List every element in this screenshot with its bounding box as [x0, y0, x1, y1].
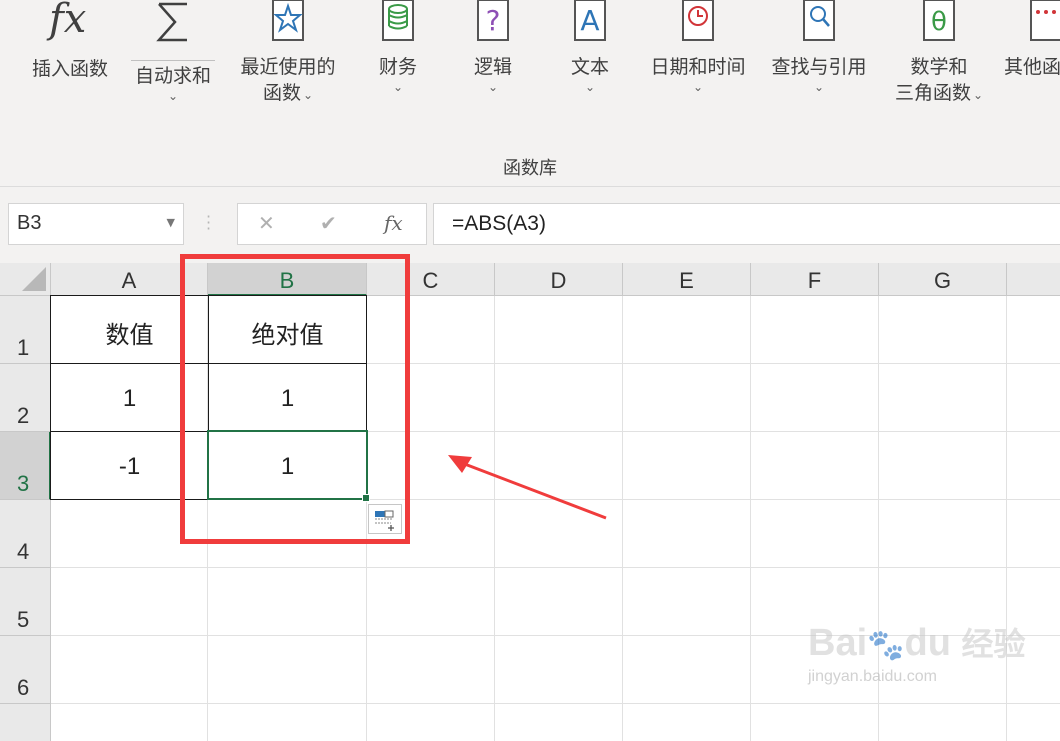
- svg-text:A: A: [580, 4, 599, 37]
- chevron-down-icon: ⌄: [692, 80, 704, 94]
- row-header-6[interactable]: 6: [0, 636, 51, 704]
- cancel-icon[interactable]: ✕: [258, 211, 275, 235]
- question-book-icon: ?: [473, 0, 513, 50]
- paw-icon: 🐾: [867, 629, 905, 662]
- formula-buttons: ✕ ✔ fx: [237, 203, 427, 245]
- math-trig-label-1: 数学和: [910, 56, 968, 78]
- name-box-value: B3: [17, 212, 42, 234]
- row-header-3[interactable]: 3: [0, 432, 51, 500]
- financial-label: 财务: [378, 56, 417, 78]
- name-box[interactable]: B3 ▼: [8, 203, 184, 245]
- formula-bar-grip[interactable]: · · ·: [206, 209, 211, 237]
- more-functions-button[interactable]: 其他函: [1004, 0, 1060, 80]
- chevron-down-icon: ⌄: [584, 80, 596, 94]
- row-header-1[interactable]: 1: [0, 296, 51, 364]
- row-number: 3: [17, 471, 30, 496]
- lookup-reference-label: 查找与引用: [771, 56, 867, 78]
- enter-icon[interactable]: ✔: [320, 211, 337, 235]
- row-number: 5: [17, 607, 30, 632]
- column-header-e[interactable]: E: [623, 263, 751, 296]
- lookup-reference-button[interactable]: 查找与引用 ⌄: [764, 0, 874, 94]
- clock-book-icon: [678, 0, 718, 50]
- chevron-down-icon: ⌄: [813, 80, 825, 94]
- math-trig-button[interactable]: θ 数学和 三角函数 ⌄: [884, 0, 994, 108]
- chevron-down-icon: ⌄: [302, 88, 314, 102]
- watermark-brand: Bai: [808, 622, 868, 664]
- gridline: [750, 296, 751, 741]
- more-functions-label: 其他函: [1004, 56, 1060, 78]
- autosum-button[interactable]: 自动求和 ⌄: [128, 0, 218, 103]
- text-book-icon: A: [570, 0, 610, 50]
- insert-function-label: 插入函数: [31, 58, 108, 80]
- gridline: [51, 567, 1060, 568]
- chevron-down-icon[interactable]: ▼: [167, 216, 175, 229]
- gridline: [622, 296, 623, 741]
- math-trig-label-row: 三角函数 ⌄: [895, 80, 983, 108]
- insert-function-button[interactable]: fx 插入函数: [24, 0, 116, 82]
- math-trig-label-2: 三角函数: [894, 82, 971, 104]
- fx-icon: fx: [45, 0, 95, 50]
- column-header-d[interactable]: D: [495, 263, 623, 296]
- svg-text:fx: fx: [46, 0, 86, 42]
- row-header-2[interactable]: 2: [0, 364, 51, 432]
- column-header-f[interactable]: F: [751, 263, 879, 296]
- column-header-g[interactable]: G: [879, 263, 1007, 296]
- row-number: 6: [17, 675, 30, 700]
- chevron-down-icon: ⌄: [392, 80, 404, 94]
- recently-used-label-row: 函数 ⌄: [263, 80, 313, 108]
- row-header-4[interactable]: 4: [0, 500, 51, 568]
- logical-label: 逻辑: [473, 56, 512, 78]
- date-time-button[interactable]: 日期和时间 ⌄: [644, 0, 752, 94]
- chevron-down-icon: ⌄: [487, 80, 499, 94]
- svg-text:?: ?: [486, 4, 501, 37]
- row-header-5[interactable]: 5: [0, 568, 51, 636]
- row-number: 2: [17, 403, 30, 428]
- select-all-triangle-icon: [22, 267, 46, 291]
- financial-button[interactable]: 财务 ⌄: [368, 0, 428, 94]
- watermark-url: jingyan.baidu.com: [808, 668, 937, 685]
- gridline: [51, 703, 1060, 704]
- watermark-cn: 经验: [961, 626, 1026, 662]
- chevron-down-icon: ⌄: [972, 88, 984, 102]
- autosum-label: 自动求和: [134, 65, 211, 87]
- sigma-icon: [151, 0, 195, 50]
- recently-used-label-2: 函数: [262, 82, 301, 104]
- star-book-icon: [268, 0, 308, 50]
- theta-book-icon: θ: [919, 0, 959, 50]
- row-header-7[interactable]: [0, 704, 51, 741]
- logical-button[interactable]: ? 逻辑 ⌄: [463, 0, 523, 94]
- chevron-down-icon: ⌄: [167, 89, 179, 103]
- formula-text: =ABS(A3): [452, 212, 546, 235]
- svg-text:θ: θ: [931, 7, 947, 37]
- row-number: 1: [17, 335, 30, 360]
- formula-bar-area: B3 ▼ · · · ✕ ✔ fx =ABS(A3): [0, 187, 1060, 263]
- column-header-h[interactable]: [1007, 263, 1060, 296]
- formula-input[interactable]: =ABS(A3): [433, 203, 1060, 245]
- text-button[interactable]: A 文本 ⌄: [560, 0, 620, 94]
- worksheet-grid[interactable]: A B C D E F G 1 2 3 4 5 6 数值 绝对值 1 1 -1 …: [0, 254, 1060, 741]
- ribbon: fx 插入函数 自动求和 ⌄ 最近使用的 函数 ⌄ 财务 ⌄ ? 逻辑 ⌄ A …: [0, 0, 1060, 187]
- baidu-watermark: Bai🐾du 经验 jingyan.baidu.com: [808, 623, 1026, 686]
- text-label: 文本: [570, 56, 609, 78]
- recently-used-label-1: 最近使用的: [240, 56, 336, 78]
- row-number: 4: [17, 539, 30, 564]
- select-all-button[interactable]: [0, 263, 51, 296]
- insert-function-icon[interactable]: fx: [384, 211, 403, 235]
- database-book-icon: [378, 0, 418, 50]
- highlight-rectangle: [180, 254, 410, 544]
- date-time-label: 日期和时间: [650, 56, 746, 78]
- more-book-icon: [1004, 0, 1060, 50]
- function-library-group-label: 函数库: [503, 158, 557, 179]
- watermark-brand-2: du: [904, 622, 951, 664]
- autosum-divider: [131, 60, 215, 61]
- magnifier-book-icon: [799, 0, 839, 50]
- annotation-arrow-icon: [448, 455, 607, 520]
- recently-used-button[interactable]: 最近使用的 函数 ⌄: [232, 0, 344, 108]
